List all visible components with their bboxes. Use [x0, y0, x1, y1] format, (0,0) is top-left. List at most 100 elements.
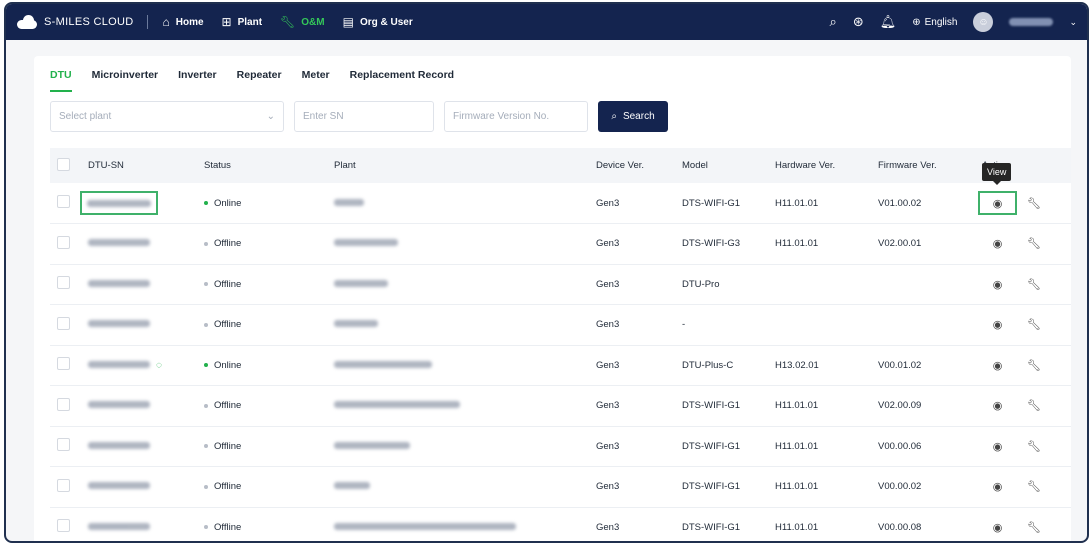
cloud-logo-icon	[16, 15, 38, 29]
main-nav: ⌂ Home ⊞ Plant 🔧︎ O&M ▤ Org & User	[162, 15, 412, 29]
tab-repeater[interactable]: Repeater	[237, 69, 282, 92]
tab-replacement-record[interactable]: Replacement Record	[350, 69, 454, 92]
hardware-ver: H11.01.01	[775, 400, 819, 412]
col-device-ver: Device Ver.	[596, 160, 645, 171]
view-button-highlight[interactable]: ◉	[978, 191, 1017, 215]
firmware-ver: V02.00.09	[878, 400, 922, 412]
wrench-icon[interactable]: 🔧︎	[1027, 278, 1041, 291]
status-text: Offline	[214, 400, 242, 412]
globe-icon: ⊕	[912, 16, 921, 28]
sn-input[interactable]: Enter SN	[294, 101, 434, 132]
status-dot	[204, 484, 208, 489]
eye-icon[interactable]: ◉	[991, 399, 1005, 412]
select-all-checkbox[interactable]	[57, 157, 70, 171]
hardware-ver	[775, 305, 878, 346]
status-text: Offline	[214, 278, 242, 290]
plant-name	[334, 279, 388, 287]
wrench-icon[interactable]: 🔧︎	[1027, 440, 1041, 453]
eye-icon[interactable]: ◉	[991, 480, 1005, 493]
dtu-sn-value	[88, 320, 150, 328]
status-text: Online	[214, 197, 242, 209]
bell-icon[interactable]: 🔔︎	[880, 14, 897, 30]
row-checkbox[interactable]	[57, 357, 70, 371]
content-card: DTU Microinverter Inverter Repeater Mete…	[34, 56, 1071, 541]
status-dot	[204, 363, 208, 368]
chevron-down-icon[interactable]: ⌄	[1069, 17, 1077, 28]
firmware-input[interactable]: Firmware Version No.	[444, 101, 588, 132]
status-text: Offline	[214, 238, 242, 250]
dtu-sn-highlight[interactable]	[80, 191, 158, 215]
tab-meter[interactable]: Meter	[302, 69, 330, 92]
firmware-ver	[878, 305, 978, 346]
row-checkbox[interactable]	[57, 438, 70, 452]
eye-icon[interactable]: ◉	[991, 237, 1005, 250]
plant-name	[334, 320, 378, 328]
tab-microinverter[interactable]: Microinverter	[92, 69, 159, 92]
col-status: Status	[204, 160, 231, 171]
language-selector[interactable]: ⊕ English	[912, 17, 957, 28]
search-button-label: Search	[622, 111, 655, 122]
row-checkbox[interactable]	[57, 195, 70, 208]
nav-org-user[interactable]: ▤ Org & User	[343, 15, 413, 29]
support-icon[interactable]: ⊛	[853, 14, 864, 30]
status-dot	[204, 525, 208, 530]
search-button[interactable]: ⌕ Search	[598, 101, 668, 132]
language-label: English	[924, 16, 958, 28]
row-checkbox[interactable]	[57, 519, 70, 533]
brand[interactable]: S-MILES CLOUD	[16, 15, 133, 29]
wrench-icon[interactable]: 🔧︎	[1027, 521, 1041, 534]
wrench-icon[interactable]: 🔧︎	[1027, 237, 1041, 250]
table-row: ◌ Online Gen3 DTU-Plus-C H13.02.01 V00.01.02 ◉…	[50, 345, 1071, 386]
wrench-icon[interactable]: 🔧︎	[1027, 318, 1041, 331]
tab-inverter[interactable]: Inverter	[178, 69, 217, 92]
col-dtu-sn: DTU-SN	[88, 160, 124, 171]
plant-name	[334, 198, 364, 206]
plant-name	[334, 239, 398, 247]
eye-icon[interactable]: ◉	[991, 318, 1005, 331]
dtu-sn-value	[88, 482, 150, 490]
row-checkbox[interactable]	[57, 478, 70, 492]
wrench-icon[interactable]: 🔧︎	[1027, 399, 1041, 412]
avatar[interactable]: ☺	[973, 12, 994, 32]
plant-name	[334, 360, 432, 368]
eye-icon[interactable]: ◉	[991, 197, 1005, 210]
status-dot	[204, 322, 208, 327]
hardware-ver: H11.01.01	[775, 238, 819, 250]
plant-name	[334, 522, 516, 530]
tab-dtu[interactable]: DTU	[50, 69, 72, 92]
col-plant: Plant	[334, 160, 356, 171]
home-icon: ⌂	[162, 15, 170, 29]
device-ver: Gen3	[596, 319, 620, 331]
table-row: Offline Gen3 DTS-WIFI-G1 H11.01.01 V02.00.09…	[50, 386, 1071, 426]
firmware-ver: V00.00.02	[878, 481, 922, 493]
user-name[interactable]	[1009, 18, 1054, 26]
wrench-icon[interactable]: 🔧︎	[1027, 480, 1041, 493]
nav-home[interactable]: ⌂ Home	[162, 15, 203, 29]
plant-select[interactable]: Select plant ⌄	[50, 101, 284, 132]
row-checkbox[interactable]	[57, 316, 70, 330]
model: DTS-WIFI-G3	[682, 238, 741, 250]
dtu-sn-value	[88, 360, 150, 368]
status-dot	[204, 282, 208, 287]
nav-om[interactable]: 🔧︎ O&M	[280, 15, 325, 29]
device-ver: Gen3	[596, 521, 620, 533]
eye-icon[interactable]: ◉	[991, 440, 1005, 453]
device-ver: Gen3	[596, 238, 620, 250]
table-row: Offline Gen3 - ◉ 🔧︎	[50, 305, 1071, 346]
search-icon[interactable]: ⌕	[830, 14, 837, 30]
filter-bar: Select plant ⌄ Enter SN Firmware Version…	[50, 101, 668, 132]
model: DTS-WIFI-G1	[682, 400, 741, 412]
wrench-icon[interactable]: 🔧︎	[1027, 359, 1041, 372]
dtu-sn-value	[87, 199, 151, 207]
row-checkbox[interactable]	[57, 276, 70, 290]
table-header: DTU-SN Status Plant Device Ver. Model Ha…	[50, 148, 1071, 183]
eye-icon[interactable]: ◉	[991, 359, 1005, 372]
wrench-icon[interactable]: 🔧︎	[1027, 197, 1041, 210]
row-checkbox[interactable]	[57, 235, 70, 249]
row-checkbox[interactable]	[57, 397, 70, 411]
app-window: S-MILES CLOUD ⌂ Home ⊞ Plant 🔧︎ O&M ▤ Or…	[4, 2, 1089, 543]
eye-icon[interactable]: ◉	[991, 278, 1005, 291]
nav-plant[interactable]: ⊞ Plant	[222, 15, 263, 29]
eye-icon[interactable]: ◉	[991, 521, 1005, 534]
device-tabs: DTU Microinverter Inverter Repeater Mete…	[34, 56, 1071, 92]
